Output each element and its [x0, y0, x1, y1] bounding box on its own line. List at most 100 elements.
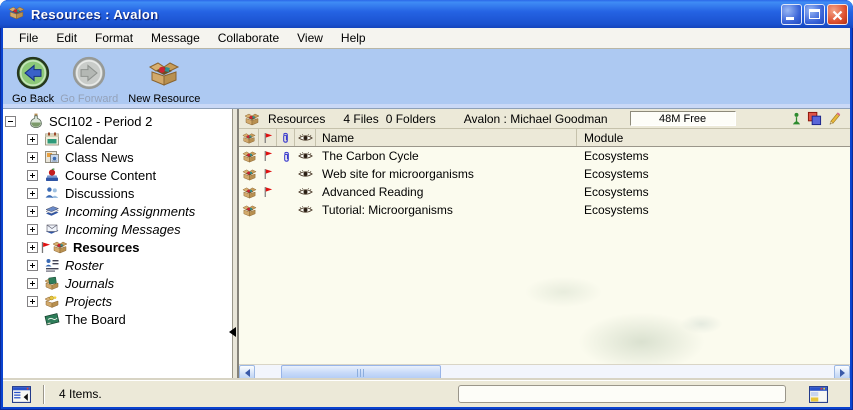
expand-icon[interactable]	[27, 278, 38, 289]
new-resource-button[interactable]: New Resource	[125, 52, 203, 107]
file-module: Ecosystems	[577, 183, 850, 201]
close-button[interactable]	[827, 4, 848, 25]
menu-edit[interactable]: Edit	[47, 29, 86, 48]
roster-icon	[44, 257, 60, 273]
journals-icon	[44, 275, 60, 291]
expand-icon[interactable]	[27, 134, 38, 145]
expand-icon[interactable]	[27, 206, 38, 217]
go-forward-label: Go Forward	[60, 93, 118, 105]
panel-splitter[interactable]	[232, 109, 238, 380]
tree-item-roster[interactable]: Roster	[3, 256, 232, 274]
tree-item-discussions[interactable]: Discussions	[3, 184, 232, 202]
eye-icon[interactable]	[298, 187, 313, 197]
file-row-tutorial[interactable]: Tutorial: Microorganisms Ecosystems	[239, 201, 850, 219]
paperclip-icon	[281, 131, 290, 144]
board-icon	[44, 311, 60, 327]
scroll-left-button[interactable]	[239, 365, 255, 380]
column-header-row: Name Module	[239, 129, 850, 147]
box-icon	[242, 131, 256, 145]
minimize-button[interactable]	[781, 4, 802, 25]
expand-icon[interactable]	[27, 152, 38, 163]
scrollbar-track[interactable]	[255, 365, 834, 380]
split-view-toggle-icon[interactable]	[12, 386, 31, 403]
expand-icon[interactable]	[27, 296, 38, 307]
collapse-expander-icon[interactable]	[5, 116, 16, 127]
toolbar: Go Back Go Forward New Resource	[3, 49, 850, 108]
menu-format[interactable]: Format	[86, 29, 142, 48]
file-row-carbon-cycle[interactable]: The Carbon Cycle Ecosystems	[239, 147, 850, 165]
arrow-left-icon	[245, 369, 250, 377]
file-row-advanced-reading[interactable]: Advanced Reading Ecosystems	[239, 183, 850, 201]
items-count: 4 Items.	[59, 381, 102, 408]
scrollbar-thumb[interactable]	[281, 365, 441, 380]
tree-item-resources[interactable]: Resources	[3, 238, 232, 256]
menu-collaborate[interactable]: Collaborate	[209, 29, 288, 48]
menu-help[interactable]: Help	[332, 29, 375, 48]
splitter-collapse-icon[interactable]	[229, 327, 236, 337]
flask-icon	[28, 113, 44, 129]
free-space-field: 48M Free	[630, 111, 736, 126]
panel-info-bar: Resources 4 Files 0 Folders Avalon : Mic…	[239, 109, 850, 129]
eye-icon[interactable]	[298, 151, 313, 161]
tree-item-course-content[interactable]: Course Content	[3, 166, 232, 184]
file-row-web-site[interactable]: Web site for microorganisms Ecosystems	[239, 165, 850, 183]
status-bar: 4 Items.	[3, 380, 850, 407]
go-forward-icon	[72, 54, 106, 92]
scroll-right-button[interactable]	[834, 365, 850, 380]
file-module: Ecosystems	[577, 201, 850, 219]
column-module[interactable]: Module	[577, 129, 850, 146]
minimize-icon	[786, 17, 794, 20]
layout-toggle-icon[interactable]	[809, 386, 828, 403]
expand-icon[interactable]	[27, 224, 38, 235]
new-resource-label: New Resource	[128, 93, 200, 105]
expand-icon[interactable]	[27, 242, 38, 253]
column-unread[interactable]	[295, 129, 316, 146]
file-name[interactable]: Web site for microorganisms	[316, 165, 577, 183]
expand-icon[interactable]	[27, 188, 38, 199]
menu-file[interactable]: File	[10, 29, 47, 48]
expand-icon[interactable]	[27, 170, 38, 181]
maximize-button[interactable]	[804, 4, 825, 25]
layers-icon[interactable]	[807, 111, 822, 126]
tree-item-projects[interactable]: Projects	[3, 292, 232, 310]
eye-icon[interactable]	[298, 169, 313, 179]
expand-icon[interactable]	[27, 260, 38, 271]
go-back-button[interactable]: Go Back	[9, 52, 57, 107]
tree-item-the-board[interactable]: The Board	[3, 310, 232, 328]
pencil-icon[interactable]	[828, 111, 841, 126]
app-icon	[8, 4, 25, 26]
file-name[interactable]: Advanced Reading	[316, 183, 577, 201]
app-window: Resources : Avalon File Edit Format Mess…	[0, 0, 853, 410]
flag-icon	[40, 241, 51, 254]
file-name[interactable]: Tutorial: Microorganisms	[316, 201, 577, 219]
tree-item-incoming-assignments[interactable]: Incoming Assignments	[3, 202, 232, 220]
messages-icon	[44, 221, 60, 237]
column-item-icon[interactable]	[239, 129, 259, 146]
menu-view[interactable]: View	[288, 29, 332, 48]
person-icon[interactable]	[792, 112, 801, 125]
file-name[interactable]: The Carbon Cycle	[316, 147, 577, 165]
horizontal-scrollbar[interactable]	[239, 364, 850, 380]
tree-item-incoming-messages[interactable]: Incoming Messages	[3, 220, 232, 238]
flag-icon	[263, 132, 273, 144]
tree-item-calendar[interactable]: Calendar	[3, 130, 232, 148]
eye-icon[interactable]	[298, 205, 313, 215]
tree-item-journals[interactable]: Journals	[3, 274, 232, 292]
tree-item-sci102[interactable]: SCI102 - Period 2	[3, 112, 232, 130]
status-separator	[43, 385, 45, 404]
folders-count: 0 Folders	[386, 112, 436, 126]
tree-item-class-news[interactable]: Class News	[3, 148, 232, 166]
file-module: Ecosystems	[577, 165, 850, 183]
maximize-icon	[809, 9, 820, 19]
file-list-panel: Resources 4 Files 0 Folders Avalon : Mic…	[238, 109, 850, 380]
menu-message[interactable]: Message	[142, 29, 209, 48]
column-name[interactable]: Name	[316, 129, 577, 146]
title-bar[interactable]: Resources : Avalon	[0, 0, 853, 28]
column-attachment[interactable]	[277, 129, 295, 146]
column-flag[interactable]	[259, 129, 277, 146]
status-message-field	[458, 385, 786, 403]
go-forward-button[interactable]: Go Forward	[57, 52, 121, 107]
file-list: The Carbon Cycle Ecosystems Web site for…	[239, 147, 850, 364]
file-module: Ecosystems	[577, 147, 850, 165]
go-back-label: Go Back	[12, 93, 54, 105]
